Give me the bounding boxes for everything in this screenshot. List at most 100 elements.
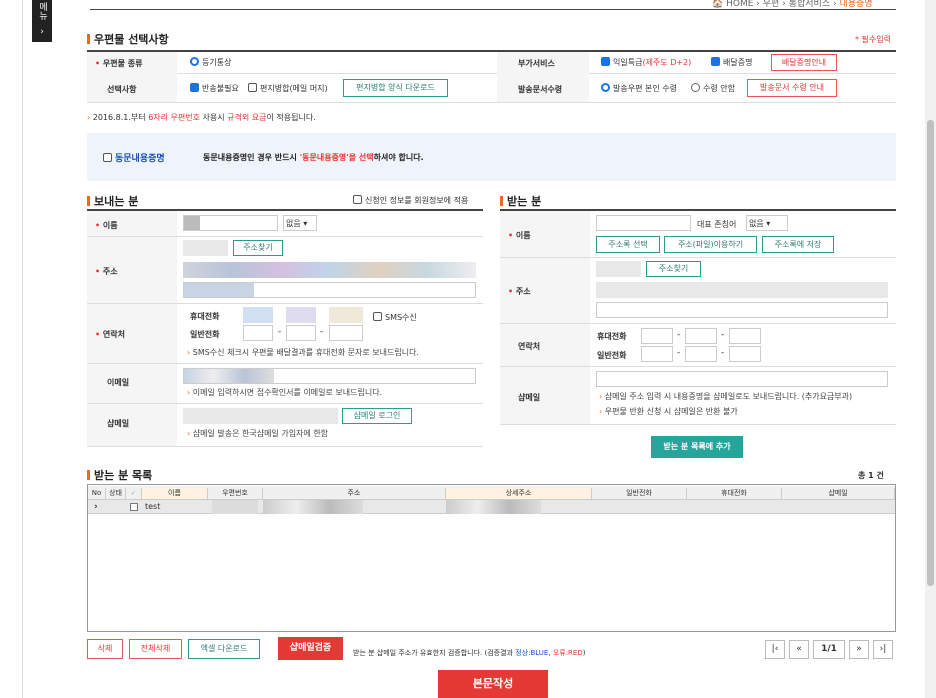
- sender-address-search-button[interactable]: 주소찾기: [233, 240, 283, 256]
- sender-shmail-label: 샵메일: [107, 419, 130, 428]
- receiver-name-input[interactable]: [596, 215, 691, 231]
- receiver-mobile-input-3[interactable]: [729, 328, 761, 344]
- receiver-zipcode-input[interactable]: [596, 261, 641, 277]
- checkbox-empty-icon: [353, 195, 362, 204]
- prev-page-icon[interactable]: «: [789, 640, 809, 659]
- apply-member-checkbox[interactable]: 신청인 정보를 회원정보에 적용: [353, 195, 468, 206]
- checkbox-empty-icon: [248, 83, 257, 92]
- same-content-checkbox[interactable]: 동문내용증명: [103, 151, 165, 164]
- radio-selected-icon: [190, 57, 199, 66]
- column-header-mobile: 휴대전화: [687, 488, 782, 499]
- breadcrumb-item[interactable]: 통합서비스: [789, 0, 830, 9]
- sender-phone-input-3[interactable]: [329, 325, 363, 341]
- notice-text: › 2016.8.1.부터 6자리 우편번호 사용시 규격외 요금이 적용됩니다…: [87, 113, 316, 122]
- next-page-icon[interactable]: »: [849, 640, 869, 659]
- first-page-icon[interactable]: |‹: [765, 640, 785, 659]
- column-header-status: 상태: [106, 488, 126, 499]
- extra-express-checkbox[interactable]: 익일특급(제주도 D+2): [601, 57, 691, 68]
- receiver-contact-label: 연락처: [518, 342, 541, 351]
- sender-address-label: • 주소: [95, 267, 118, 276]
- sender-shmail-input[interactable]: [183, 408, 338, 424]
- column-header-detail-address: 상세주소: [446, 488, 592, 499]
- sender-email-input[interactable]: [183, 368, 476, 384]
- email-note: 이메일 입력하시면 접수확인서를 이메일로 보내드립니다.: [187, 387, 382, 398]
- shmail-login-button[interactable]: 샵메일 로그인: [342, 408, 412, 424]
- row-name: test: [145, 502, 161, 511]
- column-header-phone: 일반전화: [592, 488, 687, 499]
- address-book-select-button[interactable]: 주소록 선택: [596, 236, 660, 253]
- receiver-mobile-input-1[interactable]: [641, 328, 673, 344]
- receipt-guide-button[interactable]: 발송문서 수령 안내: [747, 79, 837, 97]
- sender-phone-input-2[interactable]: [286, 325, 316, 341]
- radio-selected-icon: [601, 83, 610, 92]
- sender-mobile-input-1[interactable]: [243, 307, 273, 323]
- checkbox-checked-icon: [190, 83, 199, 92]
- receiver-address-detail-input[interactable]: [596, 302, 888, 318]
- receiver-phone-input-3[interactable]: [729, 346, 761, 362]
- receiver-phone-input-1[interactable]: [641, 346, 673, 362]
- receiver-shmail-note-1: 샵메일 주소 입력 시 내용증명을 샵메일로도 보내드립니다. (추가요금부과): [599, 391, 852, 402]
- breadcrumb-item[interactable]: 우편: [763, 0, 780, 9]
- merge-checkbox[interactable]: 편지병합(메일 머지): [248, 83, 328, 94]
- receiver-mobile-label: 휴대전화: [597, 332, 627, 341]
- excel-download-button[interactable]: 엑셀 다운로드: [188, 639, 260, 659]
- last-page-icon[interactable]: ›|: [873, 640, 893, 659]
- merge-template-download-button[interactable]: 편지병합 양식 다운로드: [343, 79, 448, 97]
- column-header-check[interactable]: ✓: [126, 488, 142, 499]
- checkbox-empty-icon: [373, 312, 382, 321]
- sender-address-detail-input[interactable]: [183, 282, 476, 298]
- mail-type-label: • 우편물 종류: [95, 59, 143, 68]
- sender-zipcode-input[interactable]: [183, 240, 228, 256]
- receiver-address-input[interactable]: [596, 282, 888, 298]
- delete-all-button[interactable]: 전체삭제: [129, 639, 182, 659]
- sender-address-input[interactable]: [183, 262, 476, 278]
- receiver-shmail-input[interactable]: [596, 371, 888, 387]
- receiver-shmail-note-2: 우편물 반환 신청 시 샵메일은 반환 불가: [599, 406, 738, 417]
- column-header-name: 이름: [142, 488, 208, 499]
- receiver-address-search-button[interactable]: 주소찾기: [646, 261, 701, 277]
- column-header-shmail: 샵메일: [782, 488, 895, 499]
- delivery-proof-guide-button[interactable]: 배달증명안내: [771, 54, 837, 71]
- receiver-name-label: • 이름: [508, 231, 531, 240]
- receipt-label: 발송문서수령: [518, 85, 563, 94]
- row-checkbox[interactable]: [130, 503, 138, 511]
- extra-delivery-checkbox[interactable]: 배달증명: [711, 57, 752, 68]
- delete-button[interactable]: 삭제: [87, 639, 123, 659]
- sender-mobile-label: 휴대전화: [190, 312, 220, 321]
- mail-type-radio[interactable]: 등기통상: [190, 57, 231, 68]
- page-header-line: [90, 9, 896, 10]
- sender-phone-input-1[interactable]: [243, 325, 273, 341]
- checkbox-checked-icon: [711, 57, 720, 66]
- sms-checkbox[interactable]: SMS수신: [373, 312, 417, 323]
- sender-contact-label: • 연락처: [95, 330, 125, 339]
- column-header-zipcode: 우편번호: [208, 488, 263, 499]
- sender-name-label: • 이름: [95, 221, 118, 230]
- receiver-honorific-select[interactable]: 없음 ▾: [746, 215, 788, 231]
- add-receiver-button[interactable]: 받는 분 목록에 추가: [651, 436, 743, 458]
- scrollbar-thumb[interactable]: [927, 120, 934, 586]
- receipt-self-radio[interactable]: 발송우편 본인 수령: [601, 83, 677, 94]
- receiver-phone-input-2[interactable]: [685, 346, 717, 362]
- sender-mobile-input-3[interactable]: [329, 307, 363, 323]
- sender-phone-label: 일반전화: [190, 330, 220, 339]
- extra-service-label: 부가서비스: [518, 59, 555, 68]
- verify-note: 받는 분 샵메일 주소가 유효한지 검증합니다. (검증결과 정상:BLUE, …: [353, 649, 586, 657]
- required-note: * 필수입력: [855, 35, 891, 44]
- sender-mobile-input-2[interactable]: [286, 307, 316, 323]
- write-body-button[interactable]: 본문작성: [438, 670, 548, 698]
- breadcrumb-home[interactable]: HOME: [726, 0, 753, 9]
- shmail-verify-button[interactable]: 샵메일검증: [278, 637, 343, 660]
- no-return-checkbox[interactable]: 반송불필요: [190, 83, 239, 94]
- address-book-save-button[interactable]: 주소록에 저장: [762, 236, 834, 253]
- menu-tab[interactable]: 메뉴 ›: [32, 0, 52, 42]
- receiver-list-title: 받는 분 목록: [87, 467, 152, 483]
- sender-name-input[interactable]: [183, 215, 278, 231]
- receiver-list-count: 총 1 건: [858, 471, 884, 480]
- sender-honorific-select[interactable]: 없음 ▾: [283, 215, 317, 231]
- shmail-note: 샵메일 발송은 한국샵메일 가입자에 한함: [187, 428, 328, 439]
- receiver-mobile-input-2[interactable]: [685, 328, 717, 344]
- receipt-no-radio[interactable]: 수령 안함: [691, 83, 735, 94]
- breadcrumb-current: 내용증명: [839, 0, 873, 9]
- home-icon: 🏠: [712, 0, 724, 9]
- address-file-button[interactable]: 주소(파일)이용하기: [664, 236, 757, 253]
